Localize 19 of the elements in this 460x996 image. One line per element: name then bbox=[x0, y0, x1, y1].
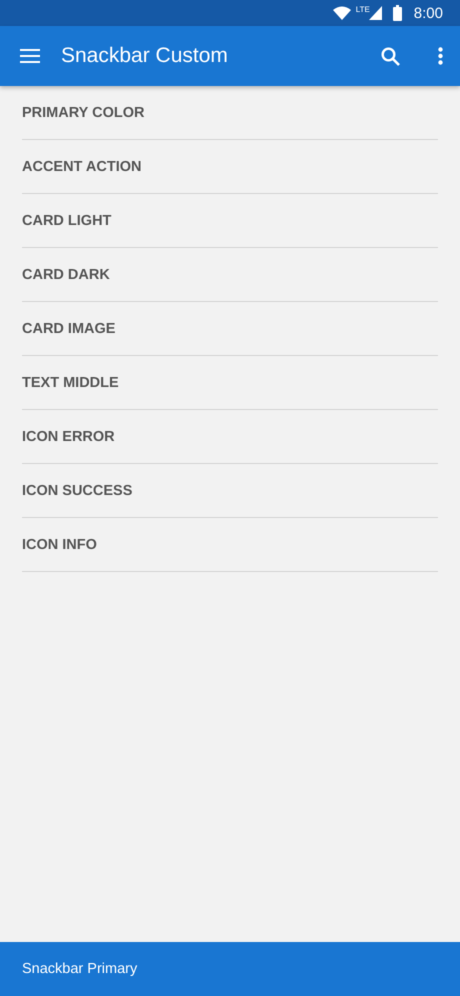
more-options-icon[interactable] bbox=[438, 47, 443, 65]
list-item[interactable]: CARD IMAGE bbox=[22, 302, 438, 356]
list-item[interactable]: PRIMARY COLOR bbox=[22, 86, 438, 140]
battery-icon bbox=[392, 5, 402, 21]
list-item[interactable]: ICON INFO bbox=[22, 518, 438, 572]
signal-icon bbox=[368, 6, 382, 20]
menu-icon[interactable] bbox=[20, 49, 40, 63]
list-item[interactable]: CARD DARK bbox=[22, 248, 438, 302]
network-type: LTE bbox=[356, 5, 370, 14]
list-item[interactable]: TEXT MIDDLE bbox=[22, 356, 438, 410]
clock: 8:00 bbox=[414, 4, 443, 22]
list-item[interactable]: ACCENT ACTION bbox=[22, 140, 438, 194]
search-icon[interactable] bbox=[381, 46, 400, 66]
list-item[interactable]: CARD LIGHT bbox=[22, 194, 438, 248]
screen-title: Snackbar Custom bbox=[61, 44, 229, 68]
snackbar-message: Snackbar Primary bbox=[22, 961, 138, 977]
list-item[interactable]: ICON SUCCESS bbox=[22, 464, 438, 518]
list-item[interactable]: ICON ERROR bbox=[22, 410, 438, 464]
wifi-icon bbox=[332, 6, 351, 20]
